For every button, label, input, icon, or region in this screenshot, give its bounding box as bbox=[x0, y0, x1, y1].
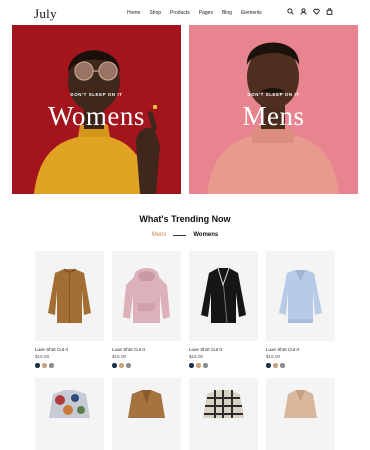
color-swatches bbox=[189, 363, 258, 368]
swatch[interactable] bbox=[266, 363, 271, 368]
color-swatches bbox=[266, 363, 335, 368]
product-name[interactable]: Luxe Shirt Cut II bbox=[112, 347, 181, 352]
swatch[interactable] bbox=[49, 363, 54, 368]
product-image[interactable] bbox=[112, 378, 181, 450]
nav-shop[interactable]: Shop bbox=[149, 10, 161, 16]
swatch[interactable] bbox=[196, 363, 201, 368]
site-logo[interactable]: July bbox=[34, 6, 57, 22]
product-image[interactable] bbox=[189, 378, 258, 450]
product-price: $16.00 bbox=[189, 354, 204, 359]
product-card[interactable]: Luxe Shirt Cut II $16.00 bbox=[189, 251, 258, 368]
product-card[interactable]: Luxe Shirt Cut II $16.00 bbox=[35, 251, 104, 368]
main-nav: Home Shop Products Pages Blog Elements bbox=[127, 10, 262, 16]
product-name[interactable]: Luxe Shirt Cut II bbox=[35, 347, 104, 352]
header-icons bbox=[287, 8, 333, 15]
swatch[interactable] bbox=[35, 363, 40, 368]
product-image[interactable] bbox=[35, 251, 104, 341]
color-swatches bbox=[112, 363, 181, 368]
heart-icon[interactable] bbox=[313, 8, 320, 15]
color-swatches bbox=[35, 363, 104, 368]
search-icon[interactable] bbox=[287, 8, 294, 15]
banner-title[interactable]: Womens bbox=[12, 101, 181, 132]
product-image[interactable] bbox=[266, 378, 335, 450]
banner-kicker: DON'T SLEEP ON IT bbox=[70, 92, 123, 97]
product-card[interactable]: Luxe Shirt Cut II $16.00 bbox=[266, 251, 335, 368]
womens-banner[interactable]: DON'T SLEEP ON IT Womens bbox=[12, 25, 181, 194]
nav-blog[interactable]: Blog bbox=[222, 10, 232, 16]
swatch[interactable] bbox=[126, 363, 131, 368]
nav-pages[interactable]: Pages bbox=[199, 10, 213, 16]
swatch[interactable] bbox=[203, 363, 208, 368]
swatch[interactable] bbox=[119, 363, 124, 368]
product-image[interactable] bbox=[266, 251, 335, 341]
section-title: What's Trending Now bbox=[139, 214, 231, 224]
product-price: $16.00 bbox=[112, 354, 127, 359]
trending-tabs: Mens Womens bbox=[0, 232, 370, 238]
product-image[interactable] bbox=[189, 251, 258, 341]
product-name[interactable]: Luxe Shirt Cut II bbox=[189, 347, 258, 352]
tab-mens[interactable]: Mens bbox=[152, 232, 167, 238]
user-icon[interactable] bbox=[300, 8, 307, 15]
product-name[interactable]: Luxe Shirt Cut II bbox=[266, 347, 335, 352]
tab-divider bbox=[173, 234, 187, 236]
product-image[interactable] bbox=[35, 378, 104, 450]
swatch[interactable] bbox=[273, 363, 278, 368]
mens-banner[interactable]: DON'T SLEEP ON IT Mens bbox=[189, 25, 358, 194]
swatch[interactable] bbox=[112, 363, 117, 368]
product-price: $16.00 bbox=[35, 354, 50, 359]
product-image[interactable] bbox=[112, 251, 181, 341]
nav-products[interactable]: Products bbox=[170, 10, 190, 16]
swatch[interactable] bbox=[280, 363, 285, 368]
swatch[interactable] bbox=[42, 363, 47, 368]
bag-icon[interactable] bbox=[326, 8, 333, 15]
tab-womens[interactable]: Womens bbox=[193, 232, 218, 238]
nav-home[interactable]: Home bbox=[127, 10, 140, 16]
product-card[interactable]: Luxe Shirt Cut II $16.00 bbox=[112, 251, 181, 368]
nav-elements[interactable]: Elements bbox=[241, 10, 262, 16]
banner-kicker: DON'T SLEEP ON IT bbox=[247, 92, 300, 97]
product-price: $16.00 bbox=[266, 354, 281, 359]
banner-title[interactable]: Mens bbox=[189, 101, 358, 132]
swatch[interactable] bbox=[189, 363, 194, 368]
